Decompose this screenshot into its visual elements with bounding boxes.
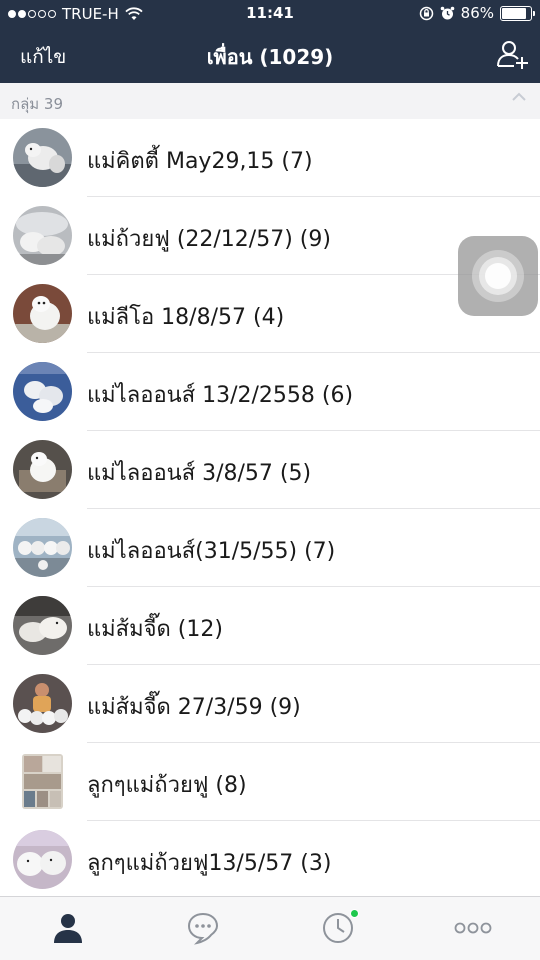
- status-bar: TRUE-H 11:41 86%: [0, 0, 540, 28]
- timeline-badge: [350, 909, 359, 918]
- list-item[interactable]: แม่ไลออนส์ 3/8/57 (5): [0, 431, 540, 509]
- group-name: แม่ไลออนส์ 3/8/57 (5): [87, 461, 312, 486]
- group-name: แม่ไลออนส์ 13/2/2558 (6): [87, 383, 354, 408]
- battery-percent: 86%: [460, 4, 494, 22]
- group-avatar: [13, 440, 72, 499]
- group-name: แม่ส้มจี๊ด 27/3/59 (9): [87, 695, 301, 720]
- group-name: แม่ลีโอ 18/8/57 (4): [87, 305, 285, 330]
- group-avatar: [13, 362, 72, 421]
- group-avatar: [13, 674, 72, 733]
- list-item[interactable]: แม่ไลออนส์(31/5/55) (7): [0, 509, 540, 587]
- group-avatar: [13, 518, 72, 577]
- list-item[interactable]: แม่ส้มจี๊ด (12): [0, 587, 540, 665]
- group-avatar: [13, 830, 72, 889]
- battery-icon: [500, 5, 535, 21]
- top-bar: TRUE-H 11:41 86% แก้ไข เพื่อน (1029): [0, 0, 540, 83]
- group-name: ลูกๆแม่ถ้วยฟู13/5/57 (3): [87, 851, 332, 876]
- group-name: ลูกๆแม่ถ้วยฟู (8): [87, 773, 247, 798]
- chevron-up-icon[interactable]: [512, 92, 526, 102]
- group-section-label: กลุ่ม 39: [11, 95, 64, 113]
- group-avatar: [22, 754, 63, 809]
- group-list: แม่คิตตี้ May29,15 (7) แม่ถ้วยฟู (22/12/…: [0, 119, 540, 899]
- add-friend-icon[interactable]: [496, 37, 530, 71]
- tab-friends[interactable]: [0, 897, 135, 960]
- group-avatar: [13, 284, 72, 343]
- more-icon: [454, 922, 491, 934]
- tab-chats[interactable]: [135, 897, 270, 960]
- friends-icon: [53, 914, 82, 943]
- list-item[interactable]: ลูกๆแม่ถ้วยฟู (8): [0, 743, 540, 821]
- assistive-touch-button[interactable]: [458, 236, 538, 316]
- status-right: 86%: [419, 4, 535, 22]
- group-name: แม่คิตตี้ May29,15 (7): [87, 149, 313, 174]
- group-name: แม่ไลออนส์(31/5/55) (7): [87, 539, 336, 564]
- group-name: แม่ส้มจี๊ด (12): [87, 617, 223, 642]
- chat-icon: [187, 912, 218, 945]
- alarm-icon: [440, 6, 454, 19]
- navigation-bar: แก้ไข เพื่อน (1029): [0, 28, 540, 83]
- group-avatar: [13, 206, 72, 265]
- list-item[interactable]: แม่ไลออนส์ 13/2/2558 (6): [0, 353, 540, 431]
- tab-timeline[interactable]: [270, 897, 405, 960]
- page-title: เพื่อน (1029): [206, 45, 334, 69]
- tab-bar: [0, 896, 540, 960]
- list-item[interactable]: ลูกๆแม่ถ้วยฟู13/5/57 (3): [0, 821, 540, 899]
- group-section-header[interactable]: กลุ่ม 39: [0, 83, 540, 119]
- list-item[interactable]: แม่ส้มจี๊ด 27/3/59 (9): [0, 665, 540, 743]
- rotation-lock-icon: [419, 6, 433, 20]
- group-avatar: [13, 596, 72, 655]
- group-avatar: [13, 128, 72, 187]
- list-item[interactable]: แม่คิตตี้ May29,15 (7): [0, 119, 540, 197]
- group-name: แม่ถ้วยฟู (22/12/57) (9): [87, 227, 331, 252]
- timeline-icon: [322, 913, 353, 943]
- tab-more[interactable]: [405, 897, 540, 960]
